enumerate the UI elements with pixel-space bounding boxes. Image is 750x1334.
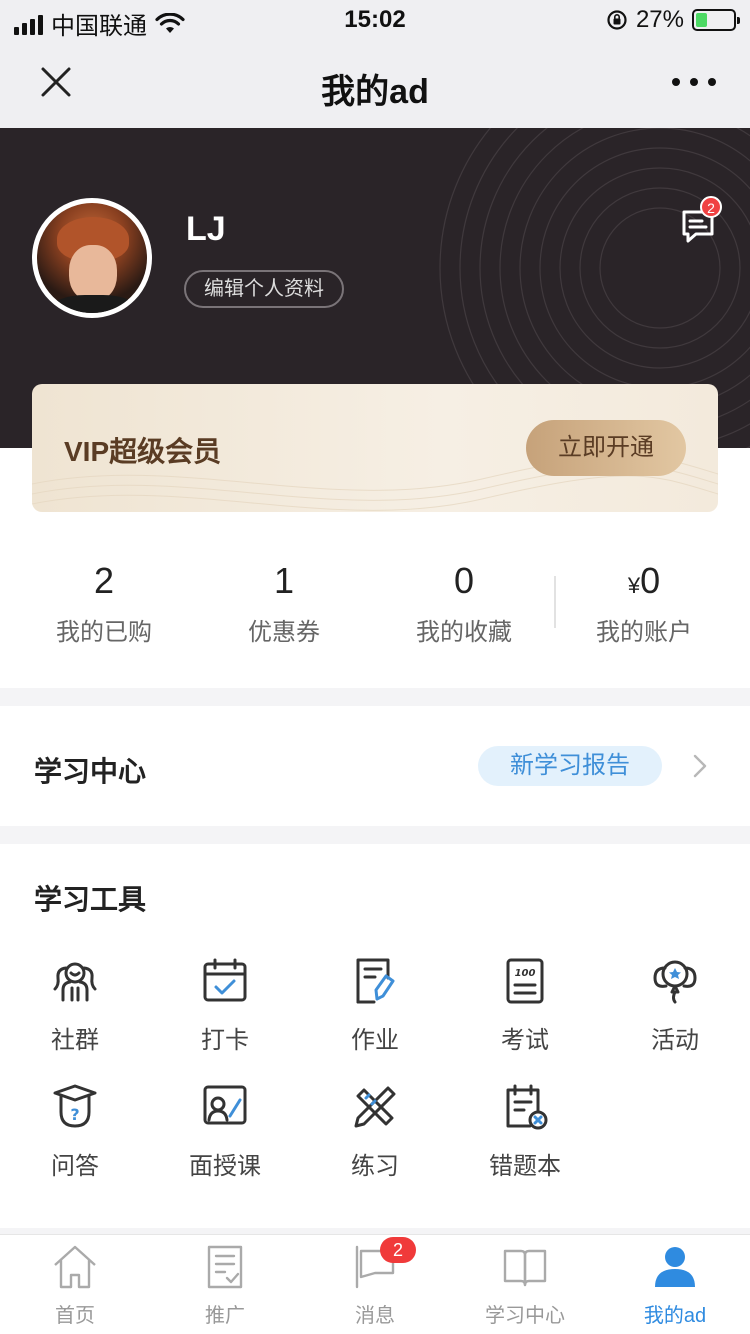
tool-label: 错题本 xyxy=(489,1153,561,1180)
tab-label: 首页 xyxy=(55,1305,95,1327)
status-right: 27% xyxy=(606,6,740,34)
balloon-icon xyxy=(653,960,697,1004)
stat-label: 我的收藏 xyxy=(416,619,512,646)
stat-label: 我的账户 xyxy=(596,619,692,646)
community-icon xyxy=(53,962,97,1002)
tool-community[interactable]: 社群 xyxy=(0,956,150,1055)
tool-label: 作业 xyxy=(351,1027,399,1054)
tool-label: 练习 xyxy=(351,1153,399,1180)
stat-coupons[interactable]: 1 优惠券 xyxy=(190,560,378,647)
tab-messages[interactable]: 2 消息 xyxy=(300,1237,450,1328)
vip-card[interactable]: VIP超级会员 立即开通 xyxy=(32,384,718,512)
stat-value: 0 xyxy=(640,560,661,601)
qa-icon: ? xyxy=(53,1084,97,1128)
tab-label: 学习中心 xyxy=(485,1305,565,1327)
learning-center-title: 学习中心 xyxy=(34,756,147,787)
stat-value: 0 xyxy=(453,560,475,601)
battery-label: 27% xyxy=(635,6,684,33)
stat-label: 我的已购 xyxy=(56,619,152,646)
exam-icon: 100 xyxy=(506,958,544,1004)
tab-bar: 首页 推广 2 消息 学习中心 我的ad xyxy=(0,1234,750,1334)
stat-value: 2 xyxy=(93,560,115,601)
tool-label: 考试 xyxy=(501,1027,549,1054)
tool-activity[interactable]: 活动 xyxy=(600,956,750,1055)
practice-icon xyxy=(354,1086,396,1128)
page: 中国联通 15:02 27% 我的ad LJ 编辑个人资料 2 VIP超级会员 … xyxy=(0,0,750,1334)
tool-wrong-notebook[interactable]: 错题本 xyxy=(450,1082,600,1181)
tab-badge: 2 xyxy=(380,1237,416,1263)
tab-promote[interactable]: 推广 xyxy=(150,1243,300,1328)
message-badge: 2 xyxy=(700,196,722,218)
promote-icon xyxy=(207,1245,243,1289)
tool-face-class[interactable]: 面授课 xyxy=(150,1082,300,1181)
stat-account[interactable]: ¥0 我的账户 xyxy=(550,560,738,647)
status-bar: 中国联通 15:02 27% xyxy=(0,0,750,40)
calendar-check-icon xyxy=(203,958,247,1002)
message-button[interactable]: 2 xyxy=(678,196,722,246)
chevron-right-icon[interactable] xyxy=(690,754,710,778)
svg-text:?: ? xyxy=(70,1105,79,1124)
tool-label: 面授课 xyxy=(189,1153,261,1180)
tool-label: 问答 xyxy=(51,1153,99,1180)
tab-home[interactable]: 首页 xyxy=(0,1243,150,1328)
svg-text:100: 100 xyxy=(515,968,536,979)
tab-learning-center[interactable]: 学习中心 xyxy=(450,1243,600,1328)
tool-label: 社群 xyxy=(51,1027,99,1054)
tab-my-ad[interactable]: 我的ad xyxy=(600,1243,750,1328)
tool-qa[interactable]: ? 问答 xyxy=(0,1082,150,1181)
user-icon xyxy=(655,1247,695,1287)
tab-label: 我的ad xyxy=(643,1305,707,1327)
new-report-badge[interactable]: 新学习报告 xyxy=(478,746,662,786)
vip-activate-button[interactable]: 立即开通 xyxy=(526,420,686,476)
wrong-notebook-icon xyxy=(506,1084,548,1130)
learning-tools-section: 学习工具 社群 打卡 作业 100 考试 活动 ? 问答 面授课 练习 错题本 xyxy=(0,844,750,1228)
avatar[interactable] xyxy=(32,198,152,318)
tool-exam[interactable]: 100 考试 xyxy=(450,956,600,1055)
more-icon[interactable] xyxy=(672,62,716,102)
tab-label: 消息 xyxy=(355,1305,395,1327)
username: LJ xyxy=(186,210,226,248)
learning-center-row[interactable]: 学习中心 新学习报告 xyxy=(0,706,750,826)
page-title: 我的ad xyxy=(321,73,429,111)
stat-value-wrap: ¥0 xyxy=(550,560,738,604)
nav-bar: 我的ad xyxy=(0,40,750,128)
tab-label: 推广 xyxy=(205,1305,245,1327)
edit-profile-button[interactable]: 编辑个人资料 xyxy=(184,270,344,308)
face-class-icon xyxy=(203,1085,247,1125)
stats-row: 2 我的已购 1 优惠券 0 我的收藏 ¥0 我的账户 xyxy=(0,560,750,660)
stat-label: 优惠券 xyxy=(248,619,320,646)
tool-checkin[interactable]: 打卡 xyxy=(150,956,300,1055)
rotation-lock-icon xyxy=(607,10,627,30)
tool-practice[interactable]: 练习 xyxy=(300,1082,450,1181)
currency-symbol: ¥ xyxy=(627,573,641,598)
tool-label: 活动 xyxy=(651,1027,699,1054)
home-icon xyxy=(54,1245,96,1289)
vip-title: VIP超级会员 xyxy=(64,436,222,467)
tools-title: 学习工具 xyxy=(34,884,147,915)
stat-value: 1 xyxy=(273,560,295,601)
tool-homework[interactable]: 作业 xyxy=(300,956,450,1055)
stat-purchased[interactable]: 2 我的已购 xyxy=(10,560,198,647)
book-icon xyxy=(503,1249,547,1287)
tool-label: 打卡 xyxy=(201,1027,249,1054)
stat-favorites[interactable]: 0 我的收藏 xyxy=(370,560,558,647)
homework-icon xyxy=(356,958,395,1004)
battery-icon xyxy=(692,9,740,31)
